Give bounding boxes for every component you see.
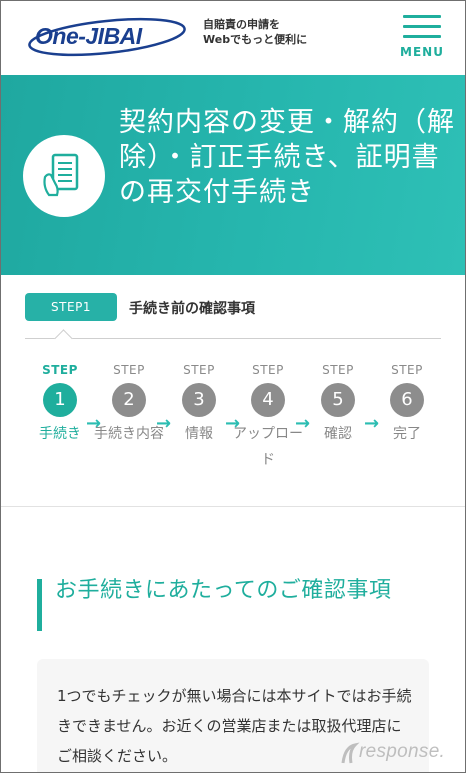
step-number: 3 <box>182 383 216 417</box>
tagline-line1: 自賠責の申請を <box>203 18 280 31</box>
watermark-logo: response. <box>337 739 461 767</box>
section-heading-bar <box>37 579 42 631</box>
logo-text: One-JIBAI <box>35 23 142 49</box>
step-word: STEP <box>113 363 145 377</box>
step-number: 4 <box>251 383 285 417</box>
step-6: STEP 6 完了 <box>372 361 442 447</box>
divider-notch <box>54 329 73 348</box>
app-frame: One-JIBAI 自賠責の申請を Webでもっと便利に MENU 契約内容の変… <box>0 0 466 773</box>
tagline: 自賠責の申請を Webでもっと便利に <box>203 17 307 47</box>
divider <box>25 338 441 339</box>
menu-button[interactable]: MENU <box>399 13 445 61</box>
hero-banner: 契約内容の変更・解約（解除）・訂正手続き、証明書の再交付手続き <box>1 75 465 275</box>
section-title: お手続きにあたってのご確認事項 <box>55 578 392 603</box>
current-step-badge: STEP1 <box>25 293 117 321</box>
step-label: 確認 <box>324 426 352 442</box>
step-number: 1 <box>43 383 77 417</box>
step-word: STEP <box>391 363 423 377</box>
page-title: 契約内容の変更・解約（解除）・訂正手続き、証明書の再交付手続き <box>119 107 455 208</box>
step-3: STEP 3 情報 <box>164 361 234 447</box>
step-word: STEP <box>322 363 354 377</box>
site-logo[interactable]: One-JIBAI <box>27 15 193 59</box>
watermark-swoosh-icon <box>341 742 360 764</box>
watermark-text: response. <box>359 741 446 762</box>
current-step-title: 手続き前の確認事項 <box>129 301 255 317</box>
step-2: STEP 2 手続き内容 <box>94 361 164 447</box>
step-word: STEP <box>252 363 284 377</box>
section-separator <box>1 506 465 507</box>
step-label: 手続き内容 <box>94 426 164 442</box>
step-word: STEP <box>183 363 215 377</box>
step-label: 手続き <box>39 426 81 442</box>
step-label: アップロード <box>233 426 303 468</box>
step-word: STEP <box>42 363 78 377</box>
step-label: 完了 <box>393 426 421 442</box>
menu-label: MENU <box>400 45 444 59</box>
tagline-line2: Webでもっと便利に <box>203 33 308 46</box>
document-hand-icon <box>23 135 105 217</box>
step-number: 5 <box>321 383 355 417</box>
step-number: 6 <box>390 383 424 417</box>
step-4: STEP 4 アップロード <box>233 361 303 473</box>
step-1: STEP 1 手続き <box>25 361 95 447</box>
progress-steps: STEP 1 手続き → STEP 2 手続き内容 → STEP 3 情報 → … <box>1 361 465 491</box>
step-number: 2 <box>112 383 146 417</box>
site-header: One-JIBAI 自賠責の申請を Webでもっと便利に MENU <box>1 1 465 75</box>
step-5: STEP 5 確認 <box>303 361 373 447</box>
step-label: 情報 <box>185 426 213 442</box>
